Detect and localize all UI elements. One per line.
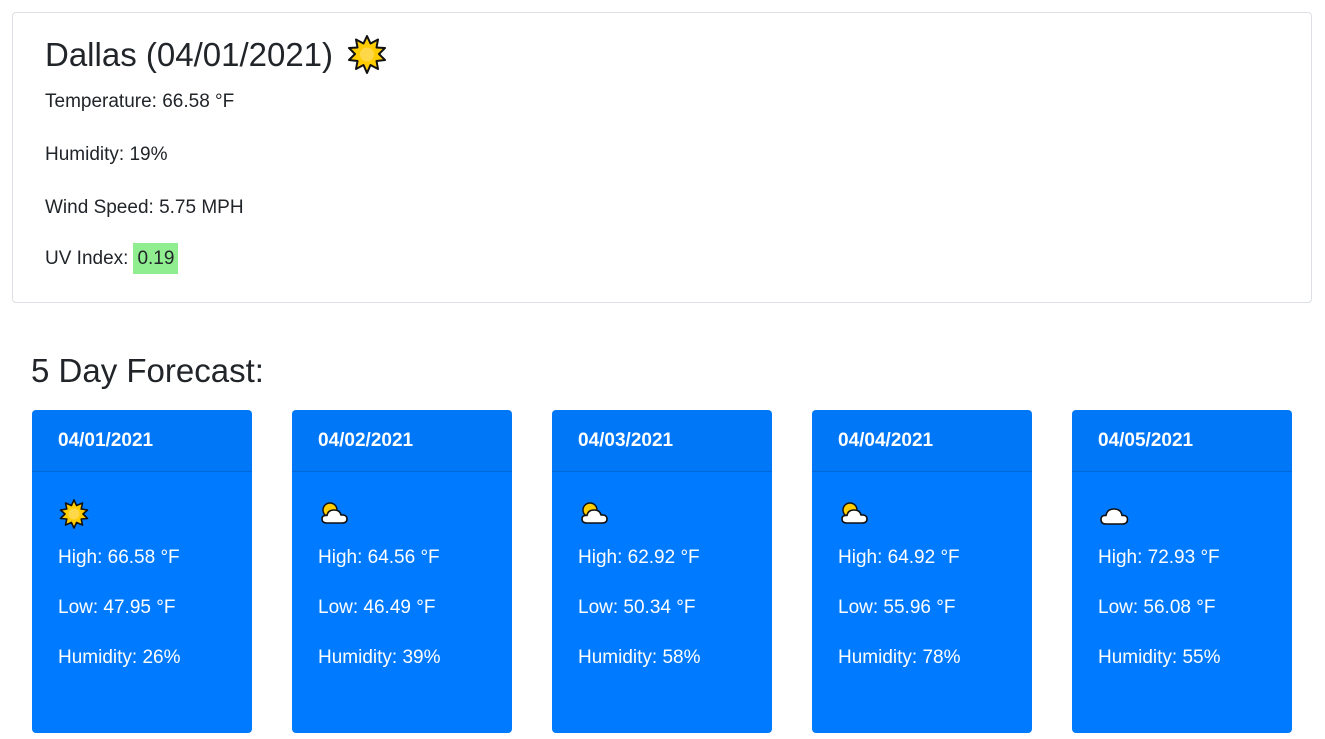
- forecast-card: 04/04/2021 High: 64.92 °F Low: 55.96 °F …: [812, 410, 1032, 733]
- temperature-text: Temperature: 66.58 °F: [45, 91, 235, 112]
- sun-icon: [59, 499, 89, 529]
- wind-speed-text: Wind Speed: 5.75 MPH: [45, 197, 244, 218]
- forecast-low: Low: 50.34 °F: [578, 597, 696, 618]
- city-date-title: Dallas (04/01/2021): [45, 35, 387, 75]
- partly-cloudy-icon: [321, 502, 348, 524]
- forecast-low: Low: 55.96 °F: [838, 597, 956, 618]
- humidity-text: Humidity: 19%: [45, 144, 168, 165]
- forecast-humidity: Humidity: 55%: [1098, 647, 1221, 668]
- forecast-high: High: 64.92 °F: [838, 547, 960, 568]
- forecast-humidity: Humidity: 39%: [318, 647, 441, 668]
- forecast-date: 04/02/2021: [292, 410, 512, 472]
- forecast-high: High: 66.58 °F: [58, 547, 180, 568]
- sun-icon: [348, 35, 387, 74]
- forecast-humidity: Humidity: 26%: [58, 647, 181, 668]
- forecast-low: Low: 46.49 °F: [318, 597, 436, 618]
- forecast-card: 04/02/2021 High: 64.56 °F Low: 46.49 °F …: [292, 410, 512, 733]
- partly-cloudy-icon: [581, 502, 608, 524]
- uv-index-badge: 0.19: [133, 243, 179, 274]
- forecast-high: High: 62.92 °F: [578, 547, 700, 568]
- current-weather-card: Dallas (04/01/2021) Temperature: 66.58 °…: [12, 12, 1312, 303]
- forecast-card: 04/01/2021 High: 66.58 °F Low: 47.95 °F …: [32, 410, 252, 733]
- forecast-date: 04/03/2021: [552, 410, 772, 472]
- cloud-icon: [1100, 508, 1129, 525]
- forecast-humidity: Humidity: 78%: [838, 647, 961, 668]
- forecast-high: High: 72.93 °F: [1098, 547, 1220, 568]
- forecast-card: 04/05/2021 High: 72.93 °F Low: 56.08 °F …: [1072, 410, 1292, 733]
- uv-index-row: UV Index: 0.19: [45, 243, 179, 274]
- forecast-low: Low: 47.95 °F: [58, 597, 176, 618]
- city-title-text: Dallas (04/01/2021): [45, 36, 334, 73]
- forecast-heading: 5 Day Forecast:: [31, 352, 264, 389]
- partly-cloudy-icon: [841, 502, 868, 524]
- forecast-low: Low: 56.08 °F: [1098, 597, 1216, 618]
- forecast-date: 04/04/2021: [812, 410, 1032, 472]
- forecast-card: 04/03/2021 High: 62.92 °F Low: 50.34 °F …: [552, 410, 772, 733]
- uv-index-label: UV Index:: [45, 247, 129, 269]
- forecast-humidity: Humidity: 58%: [578, 647, 701, 668]
- forecast-high: High: 64.56 °F: [318, 547, 440, 568]
- forecast-date: 04/05/2021: [1072, 410, 1292, 472]
- forecast-date: 04/01/2021: [32, 410, 252, 472]
